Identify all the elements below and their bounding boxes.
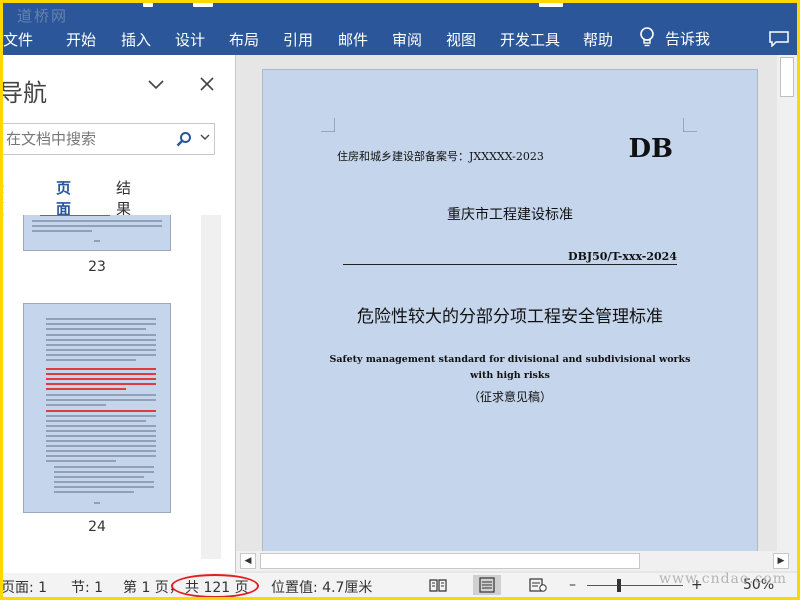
zoom-out-icon[interactable]: – xyxy=(569,577,576,593)
record-number: 住房和城乡建设部备案号：JXXXXX-2023 xyxy=(337,150,544,163)
search-icon[interactable] xyxy=(176,131,192,147)
tab-headings[interactable]: 标题 xyxy=(3,177,4,219)
chevron-down-icon[interactable] xyxy=(147,75,165,96)
status-section[interactable]: 节: 1 xyxy=(71,577,103,597)
web-layout-icon[interactable] xyxy=(529,578,547,592)
standard-label: 重庆市工程建设标准 xyxy=(447,207,573,223)
nav-title: 导航 xyxy=(3,79,47,107)
tab-file[interactable]: 文件 xyxy=(3,29,33,50)
read-mode-icon[interactable] xyxy=(429,578,447,592)
document-area: 住房和城乡建设部备案号：JXXXXX-2023 DB 重庆市工程建设标准 DBJ… xyxy=(236,55,797,559)
vertical-scrollbar[interactable] xyxy=(777,55,797,551)
document-title: 危险性较大的分部分项工程安全管理标准 xyxy=(357,307,663,327)
close-icon[interactable] xyxy=(200,75,214,96)
status-page[interactable]: 页面: 1 xyxy=(3,577,47,597)
tab-developer[interactable]: 开发工具 xyxy=(500,29,560,50)
scroll-thumb[interactable] xyxy=(780,57,794,97)
thumbnail-page-number: 24 xyxy=(88,519,106,535)
english-title-line-2: with high risks xyxy=(470,370,550,381)
scroll-left-icon[interactable]: ◀ xyxy=(240,553,256,569)
nav-search xyxy=(3,123,215,155)
navigation-pane: 导航 标题 页面 结果 xyxy=(3,55,235,575)
english-title-line-1: Safety management standard for divisiona… xyxy=(329,354,691,365)
watermark-logo: 道桥网 xyxy=(17,7,69,25)
tab-review[interactable]: 审阅 xyxy=(392,29,422,50)
horizontal-scrollbar[interactable]: ◀ ▶ xyxy=(236,551,797,571)
tab-home[interactable]: 开始 xyxy=(66,29,96,50)
print-layout-icon[interactable] xyxy=(473,575,501,595)
tell-me-label: 告诉我 xyxy=(665,29,711,48)
nav-scrollbar[interactable] xyxy=(201,215,221,559)
word-window: 道桥网 文件 开始 插入 设计 布局 引用 邮件 审阅 视图 开发工具 帮助 告… xyxy=(3,3,797,597)
comment-icon[interactable] xyxy=(769,31,789,48)
draft-label: （征求意见稿） xyxy=(467,390,552,404)
lightbulb-icon xyxy=(639,27,655,49)
tab-view[interactable]: 视图 xyxy=(446,29,476,50)
status-position[interactable]: 位置值: 4.7厘米 xyxy=(271,577,372,597)
tab-design[interactable]: 设计 xyxy=(175,29,205,50)
tab-help[interactable]: 帮助 xyxy=(583,29,613,50)
scroll-thumb[interactable] xyxy=(260,553,640,569)
search-options-icon[interactable] xyxy=(200,130,210,144)
tab-mailings[interactable]: 邮件 xyxy=(338,29,368,50)
tab-insert[interactable]: 插入 xyxy=(121,29,151,50)
db-mark: DB xyxy=(628,134,673,164)
thumbnail-page-number: 23 xyxy=(88,259,106,275)
tab-results[interactable]: 结果 xyxy=(116,177,131,219)
page-thumbnail[interactable] xyxy=(23,303,171,513)
highlight-circle xyxy=(171,574,259,597)
ribbon: 道桥网 文件 开始 插入 设计 布局 引用 邮件 审阅 视图 开发工具 帮助 告… xyxy=(3,3,797,55)
page-thumbnail[interactable] xyxy=(23,215,171,251)
search-input[interactable] xyxy=(3,124,172,154)
zoom-slider-handle[interactable] xyxy=(617,579,621,592)
titlebar-fragment xyxy=(3,3,797,11)
page-thumbnails: 23 24 xyxy=(3,215,203,559)
margin-corner-mark xyxy=(683,118,697,132)
document-page[interactable]: 住房和城乡建设部备案号：JXXXXX-2023 DB 重庆市工程建设标准 DBJ… xyxy=(262,69,758,559)
code-rule xyxy=(343,264,677,265)
scroll-right-icon[interactable]: ▶ xyxy=(773,553,789,569)
watermark-url: www.cndao.com xyxy=(659,571,788,587)
tab-layout[interactable]: 布局 xyxy=(229,29,259,50)
standard-code: DBJ50/T-xxx-2024 xyxy=(568,250,677,263)
margin-corner-mark xyxy=(321,118,335,132)
tab-references[interactable]: 引用 xyxy=(283,29,313,50)
tell-me[interactable]: 告诉我 xyxy=(639,27,710,49)
tab-pages[interactable]: 页面 xyxy=(56,177,72,224)
